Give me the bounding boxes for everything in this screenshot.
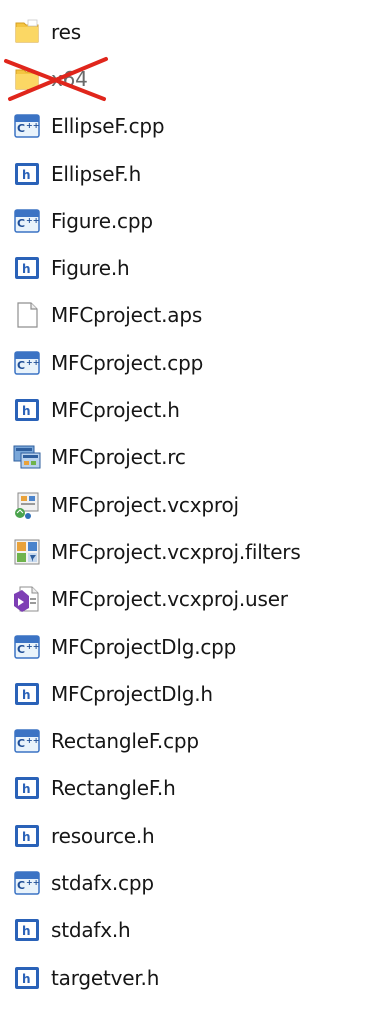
header-file-icon: h (15, 919, 39, 942)
file-name: Figure.h (51, 256, 130, 281)
delete-cross-icon (4, 56, 108, 101)
svg-text:C: C (17, 737, 25, 750)
svg-text:C: C (17, 643, 25, 656)
file-name: MFCproject.vcxproj.filters (51, 539, 301, 564)
file-name: MFCproject.vcxproj.user (51, 587, 288, 612)
file-name: MFCprojectDlg.h (51, 681, 213, 706)
file-item-mfcproject-aps[interactable]: MFCproject.aps (12, 292, 375, 339)
cpp-file-icon: C ++ (14, 114, 40, 138)
file-item-figure-cpp[interactable]: C ++ Figure.cpp (12, 197, 375, 244)
header-file-icon: h (15, 399, 39, 422)
file-name: MFCproject.vcxproj (51, 492, 239, 517)
file-name: MFCprojectDlg.cpp (51, 634, 237, 659)
file-item-x64[interactable]: x64 (4, 55, 375, 102)
file-item-res[interactable]: res (12, 8, 375, 55)
cpp-file-icon: C ++ (14, 729, 40, 753)
file-name: stdafx.cpp (51, 870, 154, 895)
svg-text:C: C (17, 122, 25, 135)
file-name: MFCproject.h (51, 398, 180, 423)
file-item-rectanglef-h[interactable]: h RectangleF.h (12, 765, 375, 812)
header-file-icon: h (15, 162, 39, 185)
file-item-targetver-h[interactable]: h targetver.h (12, 954, 375, 1001)
svg-text:h: h (22, 830, 31, 844)
file-name: targetver.h (51, 965, 160, 990)
user-file-icon (14, 586, 39, 613)
svg-text:++: ++ (26, 642, 39, 651)
svg-text:++: ++ (26, 878, 39, 887)
file-item-figure-h[interactable]: h Figure.h (12, 244, 375, 291)
cpp-file-icon: C ++ (14, 634, 40, 659)
cpp-file-icon: C ++ (14, 350, 40, 375)
file-item-stdafx-h[interactable]: h stdafx.h (12, 907, 375, 954)
file-name: stdafx.h (51, 918, 131, 943)
header-file-icon: h (15, 966, 39, 989)
svg-text:++: ++ (26, 736, 39, 745)
file-item-ellipsef-h[interactable]: h EllipseF.h (12, 150, 375, 197)
file-item-mfcprojectdlg-h[interactable]: h MFCprojectDlg.h (12, 670, 375, 717)
file-name: Figure.cpp (51, 208, 153, 233)
file-item-ellipsef-cpp[interactable]: C ++ EllipseF.cpp (12, 103, 375, 150)
filters-file-icon (14, 539, 40, 565)
file-item-mfcprojectdlg-cpp[interactable]: C ++ MFCprojectDlg.cpp (12, 623, 375, 670)
file-item-rectanglef-cpp[interactable]: C ++ RectangleF.cpp (12, 717, 375, 764)
svg-text:C: C (17, 217, 25, 230)
file-item-stdafx-cpp[interactable]: C ++ stdafx.cpp (12, 859, 375, 906)
svg-text:h: h (22, 782, 31, 796)
svg-text:C: C (17, 359, 25, 372)
header-file-icon: h (15, 682, 39, 705)
svg-text:h: h (22, 404, 31, 418)
svg-text:h: h (22, 262, 31, 276)
svg-text:++: ++ (26, 216, 39, 225)
file-list: res x64 C ++ EllipseF.cpp h EllipseF.h C… (4, 8, 375, 1001)
file-name: MFCproject.aps (51, 303, 203, 328)
file-item-mfcproject-vcxproj[interactable]: MFCproject.vcxproj (12, 481, 375, 528)
file-item-mfcproject-h[interactable]: h MFCproject.h (12, 386, 375, 433)
svg-text:h: h (22, 168, 31, 182)
cpp-file-icon: C ++ (14, 871, 40, 895)
folder-icon (15, 19, 39, 43)
file-item-resource-h[interactable]: h resource.h (12, 812, 375, 859)
header-file-icon: h (15, 777, 39, 800)
file-name: EllipseF.h (51, 161, 142, 186)
file-item-mfcproject-vcxproj-user[interactable]: MFCproject.vcxproj.user (12, 576, 375, 623)
header-file-icon: h (15, 257, 39, 280)
svg-text:h: h (22, 688, 31, 702)
cpp-file-icon: C ++ (14, 209, 40, 233)
file-item-mfcproject-rc[interactable]: MFCproject.rc (12, 434, 375, 481)
file-name: RectangleF.h (51, 776, 176, 801)
svg-text:h: h (22, 972, 31, 986)
file-name: res (51, 19, 81, 44)
svg-text:++: ++ (26, 121, 39, 130)
file-name: resource.h (51, 823, 155, 848)
file-name: MFCproject.rc (51, 445, 186, 470)
file-name: MFCproject.cpp (51, 350, 204, 375)
blank-file-icon (17, 302, 38, 329)
svg-text:C: C (17, 879, 25, 892)
svg-text:h: h (22, 924, 31, 938)
svg-text:++: ++ (26, 358, 39, 367)
vcxproj-file-icon (15, 492, 39, 519)
resource-file-icon (13, 445, 41, 469)
file-name: EllipseF.cpp (51, 114, 165, 139)
file-item-mfcproject-cpp[interactable]: C ++ MFCproject.cpp (12, 339, 375, 386)
file-name: RectangleF.cpp (51, 729, 199, 754)
file-item-mfcproject-vcxproj-filters[interactable]: MFCproject.vcxproj.filters (12, 528, 375, 575)
header-file-icon: h (15, 824, 39, 847)
